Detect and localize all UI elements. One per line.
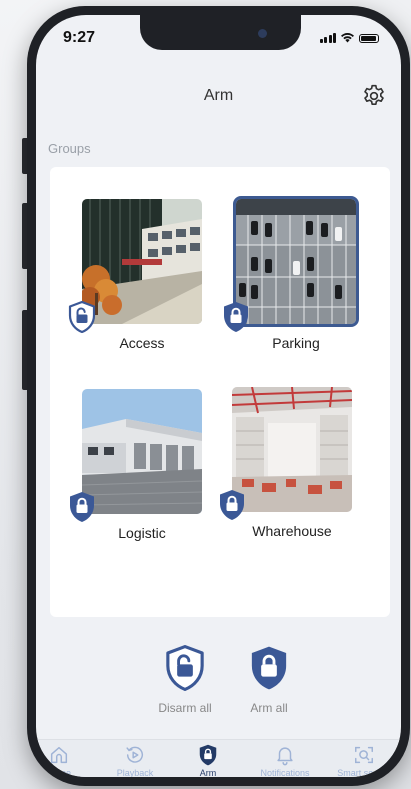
unlocked-shield-icon <box>68 301 96 333</box>
wifi-icon <box>341 33 354 43</box>
tab-notifications[interactable]: Notifications <box>250 744 320 777</box>
group-label: Logistic <box>118 525 166 541</box>
group-label: Parking <box>272 335 320 351</box>
battery-icon <box>359 34 379 43</box>
status-icons <box>319 32 379 43</box>
notch <box>140 15 301 50</box>
bell-icon <box>277 747 293 766</box>
tab-bar: Home Playback Arm Notifications Smart se… <box>36 739 401 777</box>
settings-button[interactable] <box>361 83 387 109</box>
smart-search-icon <box>355 746 373 764</box>
tab-arm-label: Arm <box>199 768 217 777</box>
tab-playback-label: Playback <box>116 768 154 777</box>
phone-frame: 9:27 Arm Groups Access Parking Logistic … <box>27 6 410 786</box>
tab-notifications-label: Notifications <box>260 768 310 777</box>
locked-shield-icon <box>70 492 94 522</box>
wharehouse-interior-photo <box>232 387 352 512</box>
arm-all-button[interactable]: Arm all <box>229 645 309 715</box>
group-label: Wharehouse <box>252 523 332 539</box>
gear-icon <box>364 84 384 106</box>
group-tile-access[interactable]: Access <box>68 199 202 351</box>
logistic-warehouse-photo <box>82 389 202 514</box>
locked-shield-icon <box>220 490 244 520</box>
signal-icon <box>319 33 336 43</box>
tab-smart-search-label: Smart search <box>337 768 391 777</box>
access-building-photo <box>82 199 202 324</box>
unlocked-shield-icon <box>166 645 204 691</box>
arm-all-label: Arm all <box>250 701 288 715</box>
playback-icon <box>126 746 143 763</box>
page-title: Arm <box>203 87 234 104</box>
disarm-all-button[interactable]: Disarm all <box>145 645 225 715</box>
locked-shield-icon <box>224 302 248 332</box>
tab-playback[interactable]: Playback <box>100 744 170 777</box>
group-label: Access <box>119 335 165 351</box>
groups-panel: Access Parking Logistic Wharehouse <box>50 167 390 617</box>
locked-shield-icon <box>251 646 287 690</box>
app-screen: 9:27 Arm Groups Access Parking Logistic … <box>36 15 401 777</box>
tab-home-label: Home <box>46 768 71 777</box>
tab-arm[interactable]: Arm <box>173 744 243 777</box>
parking-lot-photo <box>233 196 359 327</box>
status-time: 9:27 <box>63 29 96 46</box>
tab-smart-search[interactable]: Smart search <box>329 744 399 777</box>
camera-icon <box>258 29 267 38</box>
group-tile-logistic[interactable]: Logistic <box>70 389 202 541</box>
disarm-all-label: Disarm all <box>158 701 212 715</box>
shield-icon <box>199 744 217 766</box>
bulk-actions: Disarm all Arm all <box>36 645 401 725</box>
group-tile-parking[interactable]: Parking <box>224 196 359 351</box>
groups-label: Groups <box>48 141 91 156</box>
home-icon <box>50 746 68 764</box>
tab-home[interactable]: Home <box>36 744 94 777</box>
group-tile-wharehouse[interactable]: Wharehouse <box>220 387 352 539</box>
